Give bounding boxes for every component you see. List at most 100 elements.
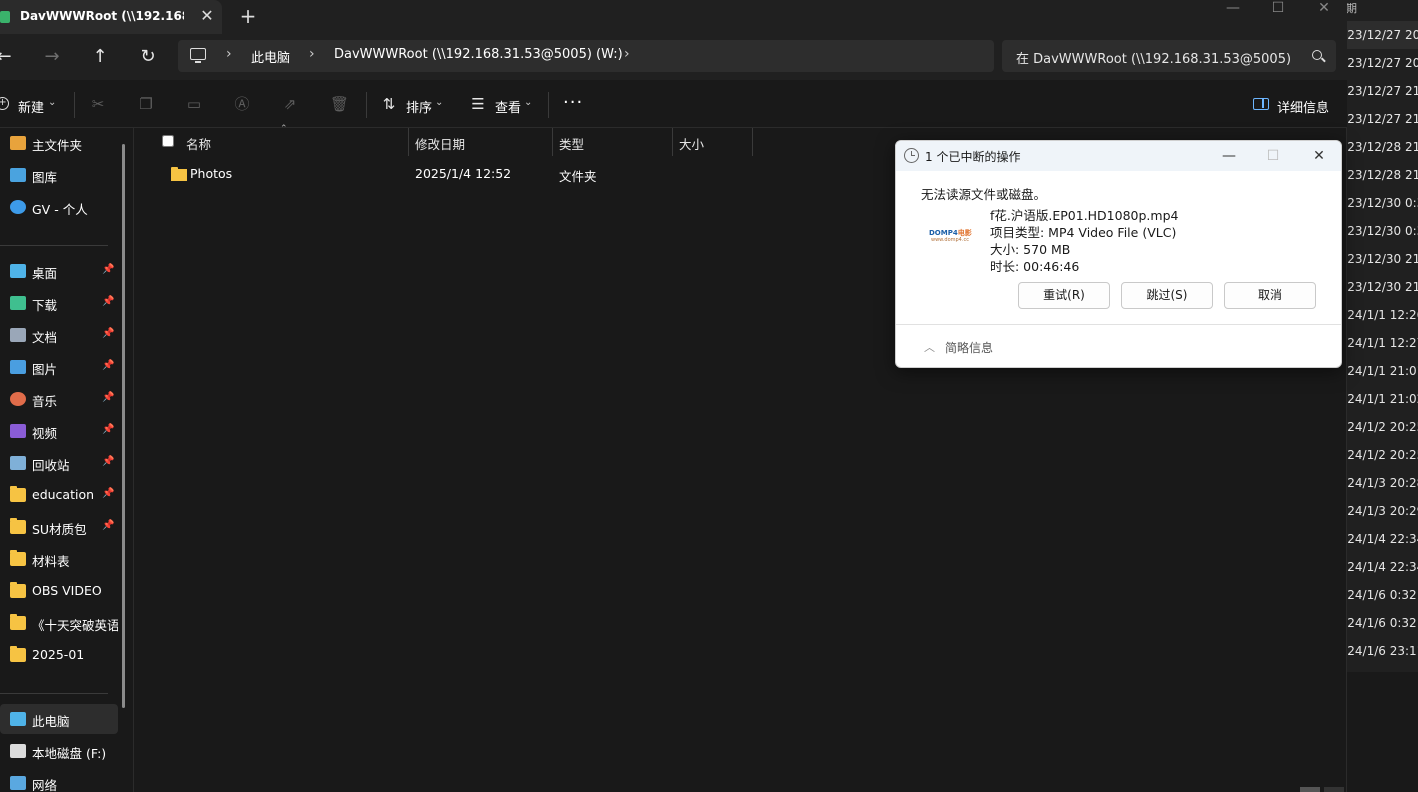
paste-icon[interactable]: ▭ <box>186 96 202 112</box>
sidebar-item[interactable]: 音乐 📌 <box>0 384 118 414</box>
background-list-row: 2024/1/1 12:27 <box>1346 336 1418 350</box>
pc-icon <box>190 48 206 63</box>
file-row[interactable]: Photos 2025/1/4 12:52 文件夹 <box>152 160 752 188</box>
details-pane-icon <box>1253 98 1269 110</box>
pin-icon: 📌 <box>102 296 115 307</box>
sidebar-item[interactable]: 《十天突破英语 <box>0 608 118 638</box>
new-tab-button[interactable]: + <box>236 4 260 28</box>
sidebar-item[interactable]: 回收站 📌 <box>0 448 118 478</box>
background-list-row: 2024/1/1 21:01 <box>1346 364 1418 378</box>
retry-button[interactable]: 重试(R) <box>1018 282 1110 309</box>
close-window-button[interactable]: ✕ <box>1301 0 1347 30</box>
background-file-list: 期 2023/12/27 20:1 2023/12/27 20:1 2023/12/… <box>1346 0 1418 672</box>
chevron-down-icon: ⌄ <box>524 97 533 108</box>
background-list-row: 2024/1/4 22:34 <box>1346 532 1418 546</box>
maximize-button[interactable]: ☐ <box>1255 0 1301 30</box>
delete-icon[interactable]: 🗑 <box>330 96 349 112</box>
background-list-row: 2024/1/2 20:25 <box>1346 448 1418 462</box>
file-duration-label: 时长: 00:46:46 <box>990 259 1080 274</box>
search-icon <box>1312 50 1322 60</box>
search-box[interactable]: 在 DavWWWRoot (\\192.168.31.53@5005) (W:)… <box>1002 40 1336 72</box>
sidebar-item[interactable]: 图片 📌 <box>0 352 118 382</box>
address-bar[interactable]: › 此电脑 › DavWWWRoot (\\192.168.31.53@5005… <box>178 40 994 72</box>
sidebar-item[interactable]: 材料表 <box>0 544 118 574</box>
column-divider[interactable] <box>552 128 553 156</box>
tab-davwwwroot[interactable]: DavWWWRoot (\\192.168.31.53@5005) (W:) ✕ <box>0 0 222 34</box>
column-divider[interactable] <box>672 128 673 156</box>
sidebar-item[interactable]: 主文件夹 <box>0 128 118 158</box>
sort-button[interactable]: 排序 <box>406 97 432 116</box>
more-options-button[interactable]: ··· <box>563 92 583 113</box>
select-all-checkbox[interactable] <box>162 135 174 147</box>
background-list-row: 2023/12/30 0:33 <box>1346 196 1418 210</box>
folder-icon <box>10 582 26 598</box>
home-icon <box>10 136 26 150</box>
pin-icon: 📌 <box>102 360 115 371</box>
dialog-close-button[interactable]: ✕ <box>1309 146 1329 166</box>
forward-icon[interactable]: → <box>36 41 68 73</box>
tab-close-icon[interactable]: ✕ <box>196 5 218 27</box>
file-thumbnail: DOMP4电影 www.domp4.cc <box>929 220 977 248</box>
pin-icon: 📌 <box>102 392 115 403</box>
file-type: 文件夹 <box>559 169 597 184</box>
column-divider[interactable] <box>752 128 753 156</box>
tiles-view-toggle[interactable] <box>1324 787 1344 792</box>
sidebar-item[interactable]: 2025-01 <box>0 640 118 670</box>
breadcrumb-this-pc[interactable]: 此电脑 <box>251 47 290 66</box>
sidebar-item[interactable]: 下载 📌 <box>0 288 118 318</box>
sidebar-item[interactable]: 图库 <box>0 160 118 190</box>
dialog-minimize-button[interactable]: — <box>1219 146 1239 166</box>
pc-icon <box>10 712 26 726</box>
minimize-button[interactable]: — <box>1210 0 1256 30</box>
pin-icon: 📌 <box>102 520 115 531</box>
column-header-size[interactable]: 大小 <box>679 134 704 153</box>
sidebar-item[interactable]: SU材质包 📌 <box>0 512 118 542</box>
sidebar-item[interactable]: 本地磁盘 (F:) <box>0 736 118 766</box>
new-button[interactable]: 新建 <box>18 97 44 116</box>
search-input[interactable]: 在 DavWWWRoot (\\192.168.31.53@5005) (W:)… <box>1016 48 1292 67</box>
sidebar-item[interactable]: 网络 <box>0 768 118 792</box>
pin-icon: 📌 <box>102 328 115 339</box>
onedrive-icon <box>10 200 26 214</box>
sidebar-item[interactable]: 文档 📌 <box>0 320 118 350</box>
chevron-right-icon[interactable]: › <box>309 46 315 62</box>
sidebar-item[interactable]: 视频 📌 <box>0 416 118 446</box>
refresh-icon[interactable]: ↻ <box>132 41 164 73</box>
sidebar-item[interactable]: 此电脑 <box>0 704 118 734</box>
details-view-toggle[interactable] <box>1300 787 1320 792</box>
sidebar-item[interactable]: 桌面 📌 <box>0 256 118 286</box>
back-icon[interactable]: ← <box>0 41 20 73</box>
column-divider[interactable] <box>408 128 409 156</box>
chevron-right-icon[interactable]: › <box>226 46 232 62</box>
sidebar-item[interactable]: OBS VIDEO <box>0 576 118 606</box>
column-header-name[interactable]: 名称 <box>186 134 211 153</box>
sidebar-item-label: GV - 个人 <box>32 202 88 217</box>
folder-icon <box>10 550 26 566</box>
sidebar-item[interactable]: education 📌 <box>0 480 118 510</box>
chevron-right-icon[interactable]: › <box>624 46 630 62</box>
dialog-title-bar: 1 个已中断的操作 — ☐ ✕ <box>896 141 1341 171</box>
network-icon <box>10 776 26 790</box>
pin-icon: 📌 <box>102 456 115 467</box>
chevron-down-icon: ⌄ <box>435 97 444 108</box>
details-button[interactable]: 详细信息 <box>1277 97 1329 116</box>
up-icon[interactable]: ↑ <box>84 41 116 73</box>
view-button[interactable]: 查看 <box>495 97 521 116</box>
sidebar-item-label: 此电脑 <box>32 714 70 729</box>
sidebar-scrollbar[interactable] <box>122 144 125 708</box>
copy-icon[interactable]: ❐ <box>138 96 154 112</box>
share-icon[interactable]: ⇗ <box>282 96 298 112</box>
rename-icon[interactable]: Ⓐ <box>234 96 250 112</box>
breadcrumb-davwwwroot[interactable]: DavWWWRoot (\\192.168.31.53@5005) (W:) <box>334 47 623 62</box>
cut-icon[interactable]: ✂ <box>90 96 106 112</box>
chevron-up-icon[interactable]: ︿ <box>924 339 935 355</box>
fewer-details-button[interactable]: 简略信息 <box>945 339 993 356</box>
thumbnail-url: www.domp4.cc <box>931 237 969 243</box>
thumbnail-brand-b: 电影 <box>957 229 972 237</box>
column-header-type[interactable]: 类型 <box>559 134 584 153</box>
column-header-modified[interactable]: 修改日期 <box>415 134 465 153</box>
skip-button[interactable]: 跳过(S) <box>1121 282 1213 309</box>
cancel-button[interactable]: 取消 <box>1224 282 1316 309</box>
sidebar-item[interactable]: GV - 个人 <box>0 192 118 222</box>
background-list-row: 2024/1/1 21:02 <box>1346 392 1418 406</box>
